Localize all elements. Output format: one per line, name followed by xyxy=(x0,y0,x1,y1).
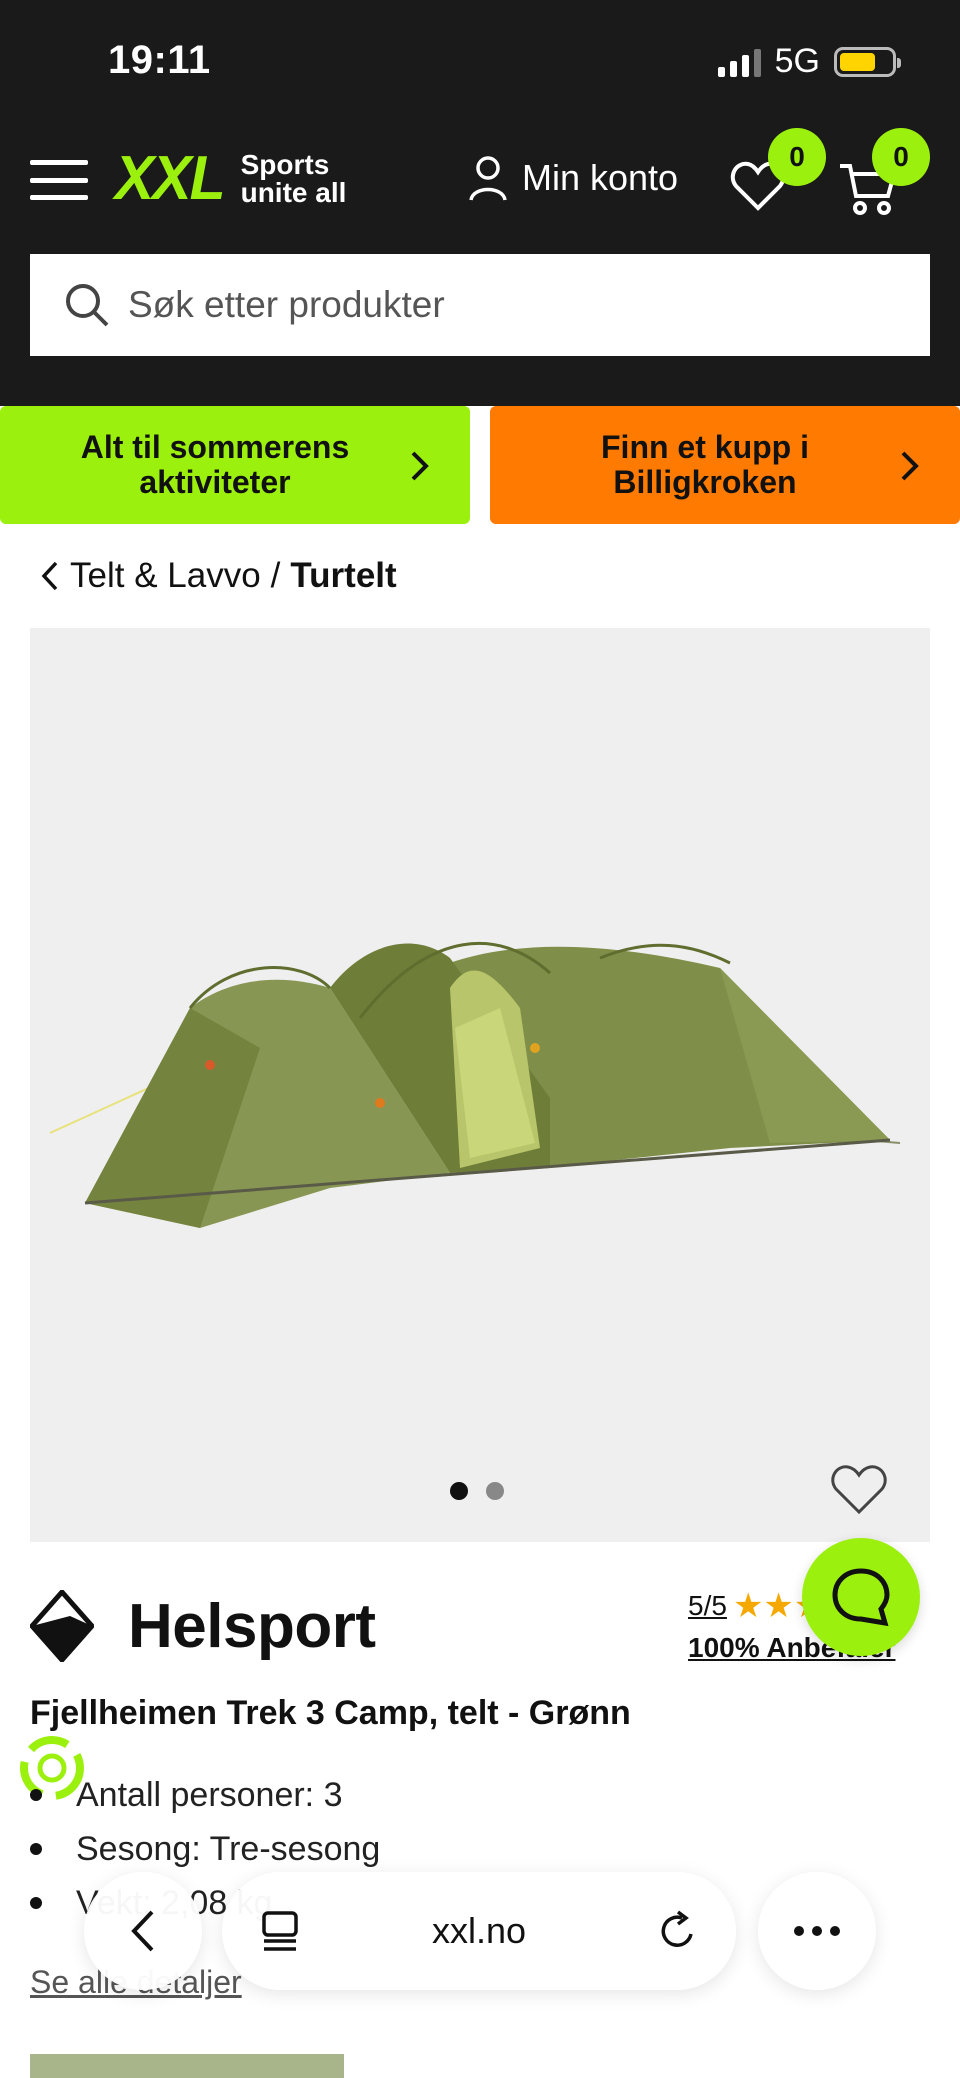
battery-icon xyxy=(834,46,901,77)
breadcrumb-current: Turtelt xyxy=(290,556,397,595)
account-button[interactable]: Min konto xyxy=(468,154,678,202)
status-indicators: 5G xyxy=(717,42,901,81)
spec-item: Antall personer: 3 xyxy=(30,1768,380,1822)
cart-button[interactable]: 0 xyxy=(838,128,930,220)
more-icon xyxy=(794,1926,840,1936)
carousel-dot-2[interactable] xyxy=(486,1482,504,1500)
search-placeholder: Søk etter produkter xyxy=(128,284,445,325)
chevron-right-icon xyxy=(901,451,919,481)
helsport-logo-icon xyxy=(30,1590,94,1662)
chevron-right-icon xyxy=(411,451,429,481)
logo-wordmark: XXL xyxy=(114,144,226,213)
menu-icon[interactable] xyxy=(30,160,88,200)
spec-item: Sesong: Tre-sesong xyxy=(30,1822,380,1876)
logo-tagline: Sports unite all xyxy=(241,151,347,207)
account-label: Min konto xyxy=(522,157,679,198)
chevron-left-icon[interactable] xyxy=(40,560,60,592)
rating-score[interactable]: 5/5 xyxy=(688,1590,727,1622)
bargain-label-line-2: Billigkroken xyxy=(613,464,797,500)
network-label: 5G xyxy=(774,42,820,80)
product-image-carousel[interactable] xyxy=(30,628,930,1542)
wishlist-count-badge: 0 xyxy=(768,128,826,186)
search-input[interactable]: Søk etter produkter xyxy=(30,254,930,356)
summer-label-line-1: Alt til sommerens xyxy=(80,429,350,466)
status-time: 19:11 xyxy=(108,38,211,82)
site-header: 19:11 5G XXL Sports unite all Min konto … xyxy=(0,0,960,406)
summer-activities-button[interactable]: Alt til sommerens aktiviteter xyxy=(0,406,470,524)
carousel-dots xyxy=(450,1482,504,1500)
brand-row: Helsport xyxy=(30,1590,376,1662)
bargain-corner-button[interactable]: Finn et kupp i Billigkroken xyxy=(490,406,960,524)
signal-icon xyxy=(717,47,761,77)
bargain-corner-label: Finn et kupp i Billigkroken xyxy=(601,430,809,499)
product-title: Fjellheimen Trek 3 Camp, telt - Grønn xyxy=(30,1694,631,1732)
tent-image xyxy=(49,942,901,1228)
address-bar[interactable]: xxl.no xyxy=(222,1872,736,1990)
summer-label-line-2: aktiviteter xyxy=(139,464,291,500)
browser-back-button[interactable] xyxy=(84,1872,202,1990)
cart-count-badge: 0 xyxy=(872,128,930,186)
logo-tagline-line-2: unite all xyxy=(240,177,347,208)
related-thumbnail[interactable] xyxy=(30,2054,344,2078)
chat-icon xyxy=(832,1568,890,1627)
add-to-wishlist-button[interactable] xyxy=(830,1462,890,1518)
wishlist-button[interactable]: 0 xyxy=(730,128,826,220)
logo-tagline-line-1: Sports xyxy=(240,149,330,180)
carousel-dot-1[interactable] xyxy=(450,1482,468,1500)
bargain-label-line-1: Finn et kupp i xyxy=(601,429,809,466)
user-icon xyxy=(469,156,507,201)
chat-button[interactable] xyxy=(802,1538,920,1656)
breadcrumb-parent-link[interactable]: Telt & Lavvo xyxy=(70,556,261,596)
breadcrumb-separator: / xyxy=(270,556,281,595)
search-icon xyxy=(66,284,109,327)
tabs-icon[interactable] xyxy=(260,1909,300,1953)
breadcrumb: Telt & Lavvo / Turtelt xyxy=(40,556,397,596)
brand-name[interactable]: Helsport xyxy=(128,1591,376,1662)
heart-icon xyxy=(831,1465,887,1515)
more-options-button[interactable] xyxy=(758,1872,876,1990)
site-logo[interactable]: XXL Sports unite all xyxy=(112,144,347,213)
browser-toolbar: xxl.no xyxy=(0,1870,960,2010)
chevron-left-icon xyxy=(131,1910,154,1952)
url-text: xxl.no xyxy=(431,1910,527,1951)
reload-icon[interactable] xyxy=(658,1910,698,1952)
summer-activities-label: Alt til sommerens aktiviteter xyxy=(81,430,350,499)
